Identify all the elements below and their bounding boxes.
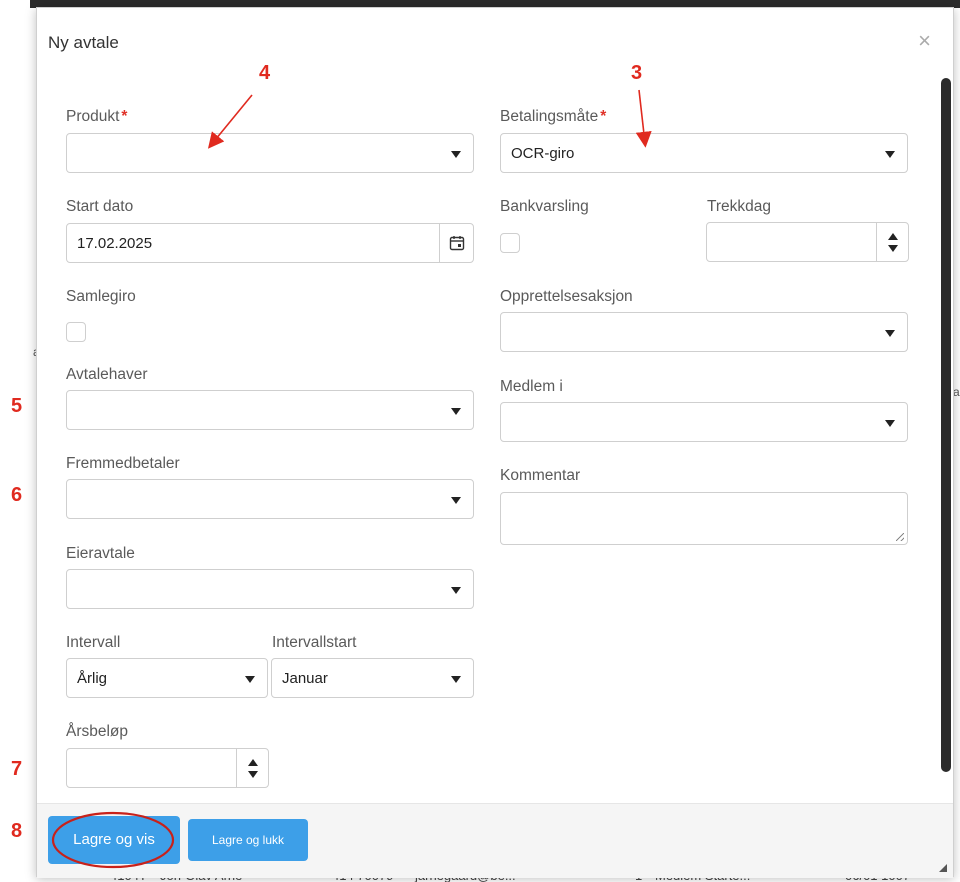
chevron-down-icon bbox=[245, 676, 255, 683]
fremmedbetaler-select[interactable] bbox=[66, 479, 474, 519]
stepper-down-icon[interactable] bbox=[248, 771, 258, 778]
start-dato-input[interactable]: 17.02.2025 bbox=[66, 223, 474, 263]
eieravtale-select[interactable] bbox=[66, 569, 474, 609]
chevron-down-icon bbox=[885, 151, 895, 158]
required-marker: * bbox=[600, 108, 607, 125]
produkt-label: Produkt * bbox=[66, 108, 128, 125]
intervall-select[interactable]: Årlig bbox=[66, 658, 268, 698]
intervallstart-label: Intervallstart bbox=[272, 634, 357, 651]
chevron-down-icon bbox=[451, 587, 461, 594]
calendar-icon bbox=[449, 236, 465, 251]
chevron-down-icon bbox=[451, 676, 461, 683]
calendar-button[interactable] bbox=[439, 224, 473, 262]
trekkdag-label: Trekkdag bbox=[707, 198, 772, 215]
annotation-number: 7 bbox=[11, 758, 23, 780]
arsbelop-input[interactable] bbox=[66, 748, 269, 788]
annotation-number: 6 bbox=[11, 484, 23, 506]
fremmedbetaler-label: Fremmedbetaler bbox=[66, 455, 180, 472]
avtalehaver-label: Avtalehaver bbox=[66, 366, 148, 383]
dialog-scrollbar[interactable] bbox=[941, 78, 951, 772]
dialog-header: Ny avtale × bbox=[37, 8, 953, 76]
opprettelsesaksjon-label: Opprettelsesaksjon bbox=[500, 288, 633, 305]
kommentar-label: Kommentar bbox=[500, 467, 581, 484]
kommentar-textarea[interactable] bbox=[500, 492, 908, 545]
betalingsmate-select[interactable]: OCR-giro bbox=[500, 133, 908, 173]
textarea-resize-icon[interactable] bbox=[896, 533, 904, 541]
medlem-i-select[interactable] bbox=[500, 402, 908, 442]
start-dato-label: Start dato bbox=[66, 198, 134, 215]
dialog-title: Ny avtale bbox=[48, 33, 119, 52]
save-and-view-button[interactable]: Lagre og vis bbox=[48, 816, 180, 864]
number-stepper[interactable] bbox=[876, 223, 908, 261]
samlegiro-checkbox[interactable] bbox=[66, 322, 86, 342]
chevron-down-icon bbox=[451, 408, 461, 415]
samlegiro-label: Samlegiro bbox=[66, 288, 136, 305]
arsbelop-label: Årsbeløp bbox=[66, 723, 129, 740]
stepper-up-icon[interactable] bbox=[248, 759, 258, 766]
produkt-select[interactable] bbox=[66, 133, 474, 173]
intervallstart-select[interactable]: Januar bbox=[271, 658, 474, 698]
annotation-number: 3 bbox=[631, 62, 643, 84]
trekkdag-input[interactable] bbox=[706, 222, 909, 262]
annotation-number: 8 bbox=[11, 820, 23, 842]
save-and-close-button[interactable]: Lagre og lukk bbox=[188, 819, 308, 861]
opprettelsesaksjon-select[interactable] bbox=[500, 312, 908, 352]
intervall-label: Intervall bbox=[66, 634, 121, 651]
required-marker: * bbox=[121, 108, 128, 125]
chevron-down-icon bbox=[885, 420, 895, 427]
medlem-i-label: Medlem i bbox=[500, 378, 563, 395]
annotation-number: 5 bbox=[11, 395, 23, 417]
chevron-down-icon bbox=[451, 151, 461, 158]
avtalehaver-select[interactable] bbox=[66, 390, 474, 430]
bankvarsling-label: Bankvarsling bbox=[500, 198, 589, 215]
stepper-up-icon[interactable] bbox=[888, 233, 898, 240]
bankvarsling-checkbox[interactable] bbox=[500, 233, 520, 253]
eieravtale-label: Eieravtale bbox=[66, 545, 135, 562]
close-icon[interactable]: × bbox=[918, 30, 931, 52]
number-stepper[interactable] bbox=[236, 749, 268, 787]
chevron-down-icon bbox=[451, 497, 461, 504]
annotation-number: 4 bbox=[259, 62, 271, 84]
background-text-fragment: a bbox=[953, 385, 960, 399]
resize-grip-icon[interactable] bbox=[939, 864, 947, 872]
chevron-down-icon bbox=[885, 330, 895, 337]
stepper-down-icon[interactable] bbox=[888, 245, 898, 252]
betalingsmate-label: Betalingsmåte * bbox=[500, 108, 607, 125]
